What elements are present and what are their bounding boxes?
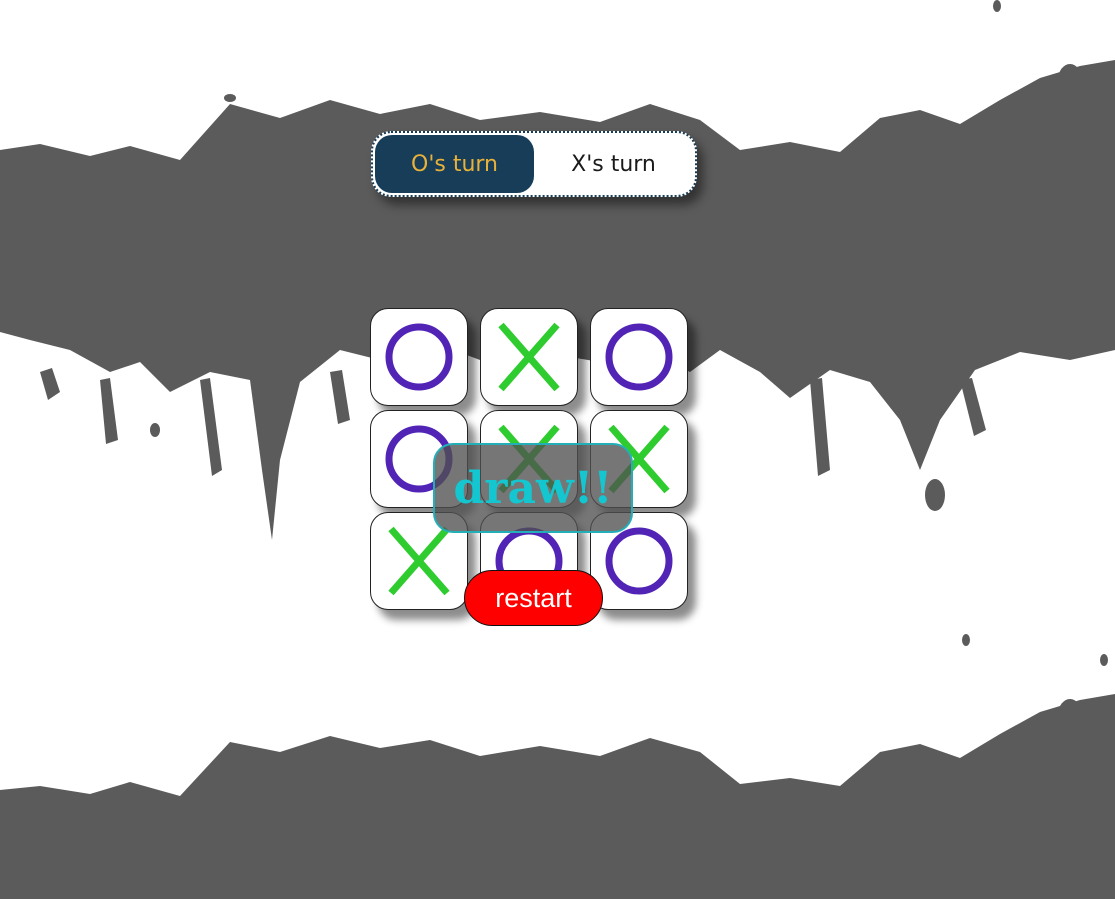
x-mark-icon: [498, 322, 560, 392]
x-turn-indicator[interactable]: X's turn: [534, 135, 693, 193]
o-mark-icon: [605, 323, 673, 391]
o-mark-icon: [605, 527, 673, 595]
turn-toggle: O's turn X's turn: [371, 131, 697, 197]
o-mark-icon: [385, 323, 453, 391]
o-turn-indicator[interactable]: O's turn: [375, 135, 534, 193]
restart-button[interactable]: restart: [464, 570, 603, 626]
board-cell[interactable]: [590, 308, 688, 406]
result-message: draw!!: [433, 443, 633, 533]
board-cell[interactable]: [370, 308, 468, 406]
x-mark-icon: [388, 526, 450, 596]
board-cell[interactable]: [480, 308, 578, 406]
